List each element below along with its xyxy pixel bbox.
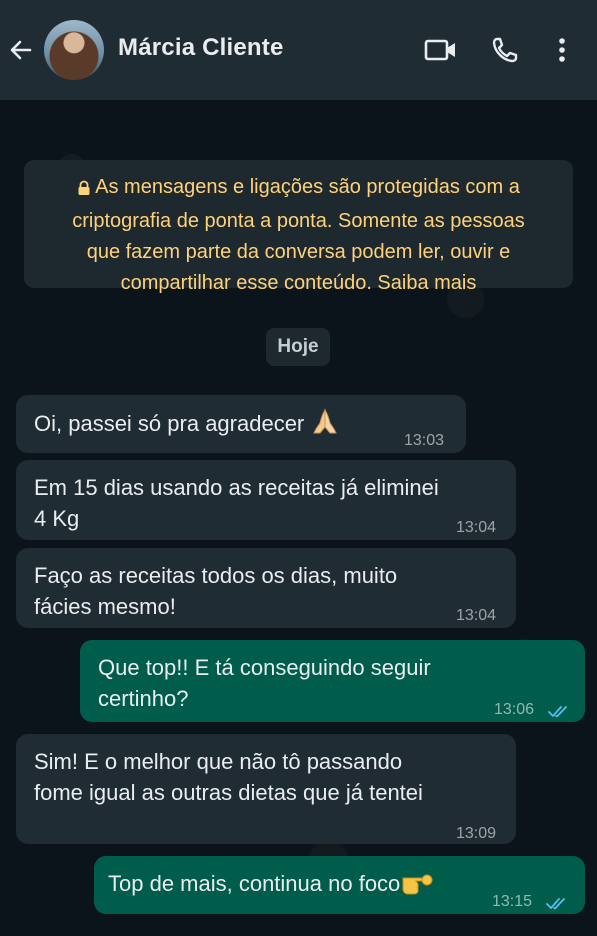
encryption-notice-line-4: compartilhar esse conteúdo. Saiba mais xyxy=(120,272,477,294)
message-text: Faço as receitas todos os dias, muito fá… xyxy=(34,563,398,619)
phone-call-icon[interactable] xyxy=(488,34,522,66)
lock-icon xyxy=(77,175,91,206)
back-arrow-icon[interactable] xyxy=(6,32,36,68)
message-bubble-outgoing[interactable]: Que top!! E tá conseguindo seguir certin… xyxy=(80,640,585,722)
folded-hands-emoji-icon xyxy=(308,407,342,443)
message-text: Oi, passei só pra agradecer xyxy=(34,407,342,443)
message-text: Top de mais, continua no foco xyxy=(108,868,434,903)
pointing-hand-emoji-icon xyxy=(400,869,434,903)
message-text: Sim! E o melhor que não tô passando fome… xyxy=(34,749,423,805)
message-bubble-incoming[interactable]: Em 15 dias usando as receitas já elimine… xyxy=(16,460,516,540)
chat-screen: Márcia Cliente As mensagens e ligações s… xyxy=(0,0,597,936)
message-time: 13:04 xyxy=(456,519,497,536)
chat-header: Márcia Cliente xyxy=(0,0,597,100)
message-time: 13:06 xyxy=(494,701,535,718)
message-bubble-incoming[interactable]: Sim! E o melhor que não tô passando fome… xyxy=(16,734,516,844)
message-bubble-outgoing[interactable]: Top de mais, continua no foco 13:15 xyxy=(94,856,585,914)
encryption-notice-line-1: As mensagens e ligações são protegidas c… xyxy=(42,172,555,206)
message-bubble-incoming[interactable]: Faço as receitas todos os dias, muito fá… xyxy=(16,548,516,628)
encryption-notice[interactable]: As mensagens e ligações são protegidas c… xyxy=(24,160,573,294)
message-text: Em 15 dias usando as receitas já elimine… xyxy=(34,475,439,531)
message-time: 13:15 xyxy=(492,893,533,910)
message-text: Que top!! E tá conseguindo seguir certin… xyxy=(98,655,431,711)
date-separator: Hoje xyxy=(266,328,330,366)
encryption-notice-line-3: que fazem parte da conversa podem ler, o… xyxy=(86,241,511,263)
message-bubble-incoming[interactable]: Oi, passei só pra agradecer 13:03 xyxy=(16,395,466,453)
encryption-notice-line-2: criptografia de ponta a ponta. Somente a… xyxy=(72,210,525,232)
contact-name[interactable]: Márcia Cliente xyxy=(118,34,284,62)
message-time: 13:09 xyxy=(456,825,497,842)
message-time: 13:04 xyxy=(456,607,497,624)
read-receipt-icon xyxy=(548,696,570,727)
message-time: 13:03 xyxy=(404,432,445,449)
read-receipt-icon xyxy=(546,888,568,919)
video-call-icon[interactable] xyxy=(424,34,458,66)
contact-avatar[interactable] xyxy=(44,20,104,80)
more-options-icon[interactable] xyxy=(552,34,572,66)
